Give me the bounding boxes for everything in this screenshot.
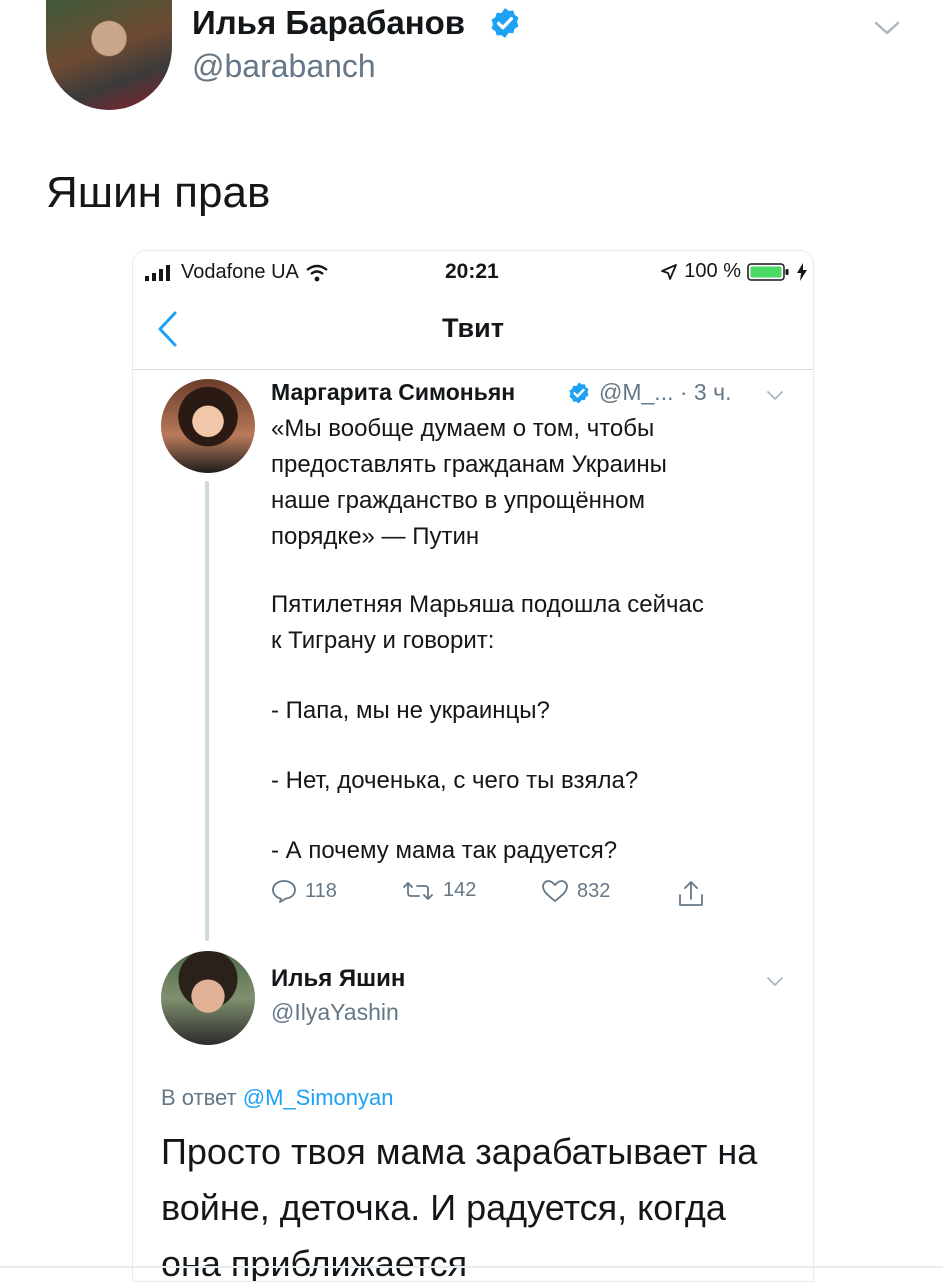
retweet-action[interactable]: 142	[401, 879, 476, 902]
quoted-text-line: Пятилетняя Марьяша подошла сейчас	[271, 591, 704, 618]
retweet-icon	[403, 881, 433, 900]
outer-tweet-text: Яшин прав	[46, 168, 271, 217]
chevron-down-icon[interactable]	[765, 975, 785, 989]
like-count: 832	[577, 879, 611, 902]
quoted-text-line: - А почему мама так радуется?	[271, 837, 618, 864]
reply-text-line: она приближается	[161, 1243, 468, 1282]
status-time: 20:21	[445, 260, 499, 283]
status-carrier: Vodafone UA	[145, 261, 329, 284]
location-arrow-icon	[661, 263, 678, 280]
heart-icon	[542, 880, 568, 902]
quoted-text-line: - Папа, мы не украинцы?	[271, 697, 550, 724]
bottom-divider	[0, 1266, 943, 1268]
reply-action[interactable]: 118	[271, 879, 337, 903]
outer-author-handle[interactable]: @barabanch	[192, 48, 376, 85]
reply-to-prefix: В ответ	[161, 1085, 237, 1110]
verified-badge-icon	[491, 8, 519, 38]
reply-text-line: Просто твоя мама зарабатывает на	[161, 1131, 758, 1172]
quoted-author-handle[interactable]: @M_...	[599, 379, 673, 405]
chevron-down-icon[interactable]	[870, 16, 904, 40]
reply-count: 118	[305, 879, 337, 902]
reply-text-line: войне, деточка. И радуется, когда	[161, 1187, 726, 1228]
outer-author-name[interactable]: Илья Барабанов	[192, 4, 465, 42]
battery-percent: 100 %	[684, 260, 741, 282]
reply-to-mention-link[interactable]: @M_Simonyan	[243, 1085, 394, 1110]
embedded-screenshot: Vodafone UA 20:21 100 % Твит Маргарита С…	[132, 250, 814, 1282]
status-right: 100 %	[660, 260, 807, 283]
chevron-down-icon[interactable]	[765, 389, 785, 403]
share-action[interactable]	[677, 879, 705, 909]
quoted-text-line: к Тиграну и говорит:	[271, 627, 495, 654]
quoted-author-avatar[interactable]	[161, 379, 255, 473]
like-action[interactable]: 832	[541, 879, 610, 903]
reply-icon	[272, 880, 296, 903]
signal-bars-icon	[145, 264, 170, 281]
quoted-text-line: порядке» — Путин	[271, 523, 480, 550]
battery-icon	[747, 262, 789, 281]
reply-author-handle[interactable]: @IlyaYashin	[271, 999, 399, 1026]
quoted-text-line: предоставлять гражданам Украины	[271, 451, 667, 478]
quoted-tweet-time: · 3 ч.	[679, 379, 732, 405]
share-icon	[679, 881, 703, 906]
reply-author-avatar[interactable]	[161, 951, 255, 1045]
nav-title: Твит	[442, 313, 504, 343]
quoted-author-handle-time: @M_... · 3 ч.	[599, 379, 731, 406]
nav-divider	[133, 369, 813, 370]
reply-to-line: В ответ @M_Simonyan	[161, 1085, 394, 1111]
retweet-count: 142	[443, 879, 477, 901]
wifi-icon	[306, 264, 328, 281]
charging-bolt-icon	[797, 262, 807, 281]
carrier-name: Vodafone UA	[181, 261, 299, 283]
thread-connector-line	[205, 481, 209, 941]
quoted-text-line: наше гражданство в упрощённом	[271, 487, 646, 514]
reply-author-name[interactable]: Илья Яшин	[271, 965, 405, 993]
quoted-text-line: «Мы вообще думаем о том, чтобы	[271, 415, 655, 442]
quoted-text-line: - Нет, доченька, с чего ты взяла?	[271, 767, 639, 794]
quoted-author-name[interactable]: Маргарита Симоньян	[271, 379, 515, 406]
verified-badge-icon	[569, 382, 589, 404]
outer-author-avatar[interactable]	[46, 0, 172, 110]
